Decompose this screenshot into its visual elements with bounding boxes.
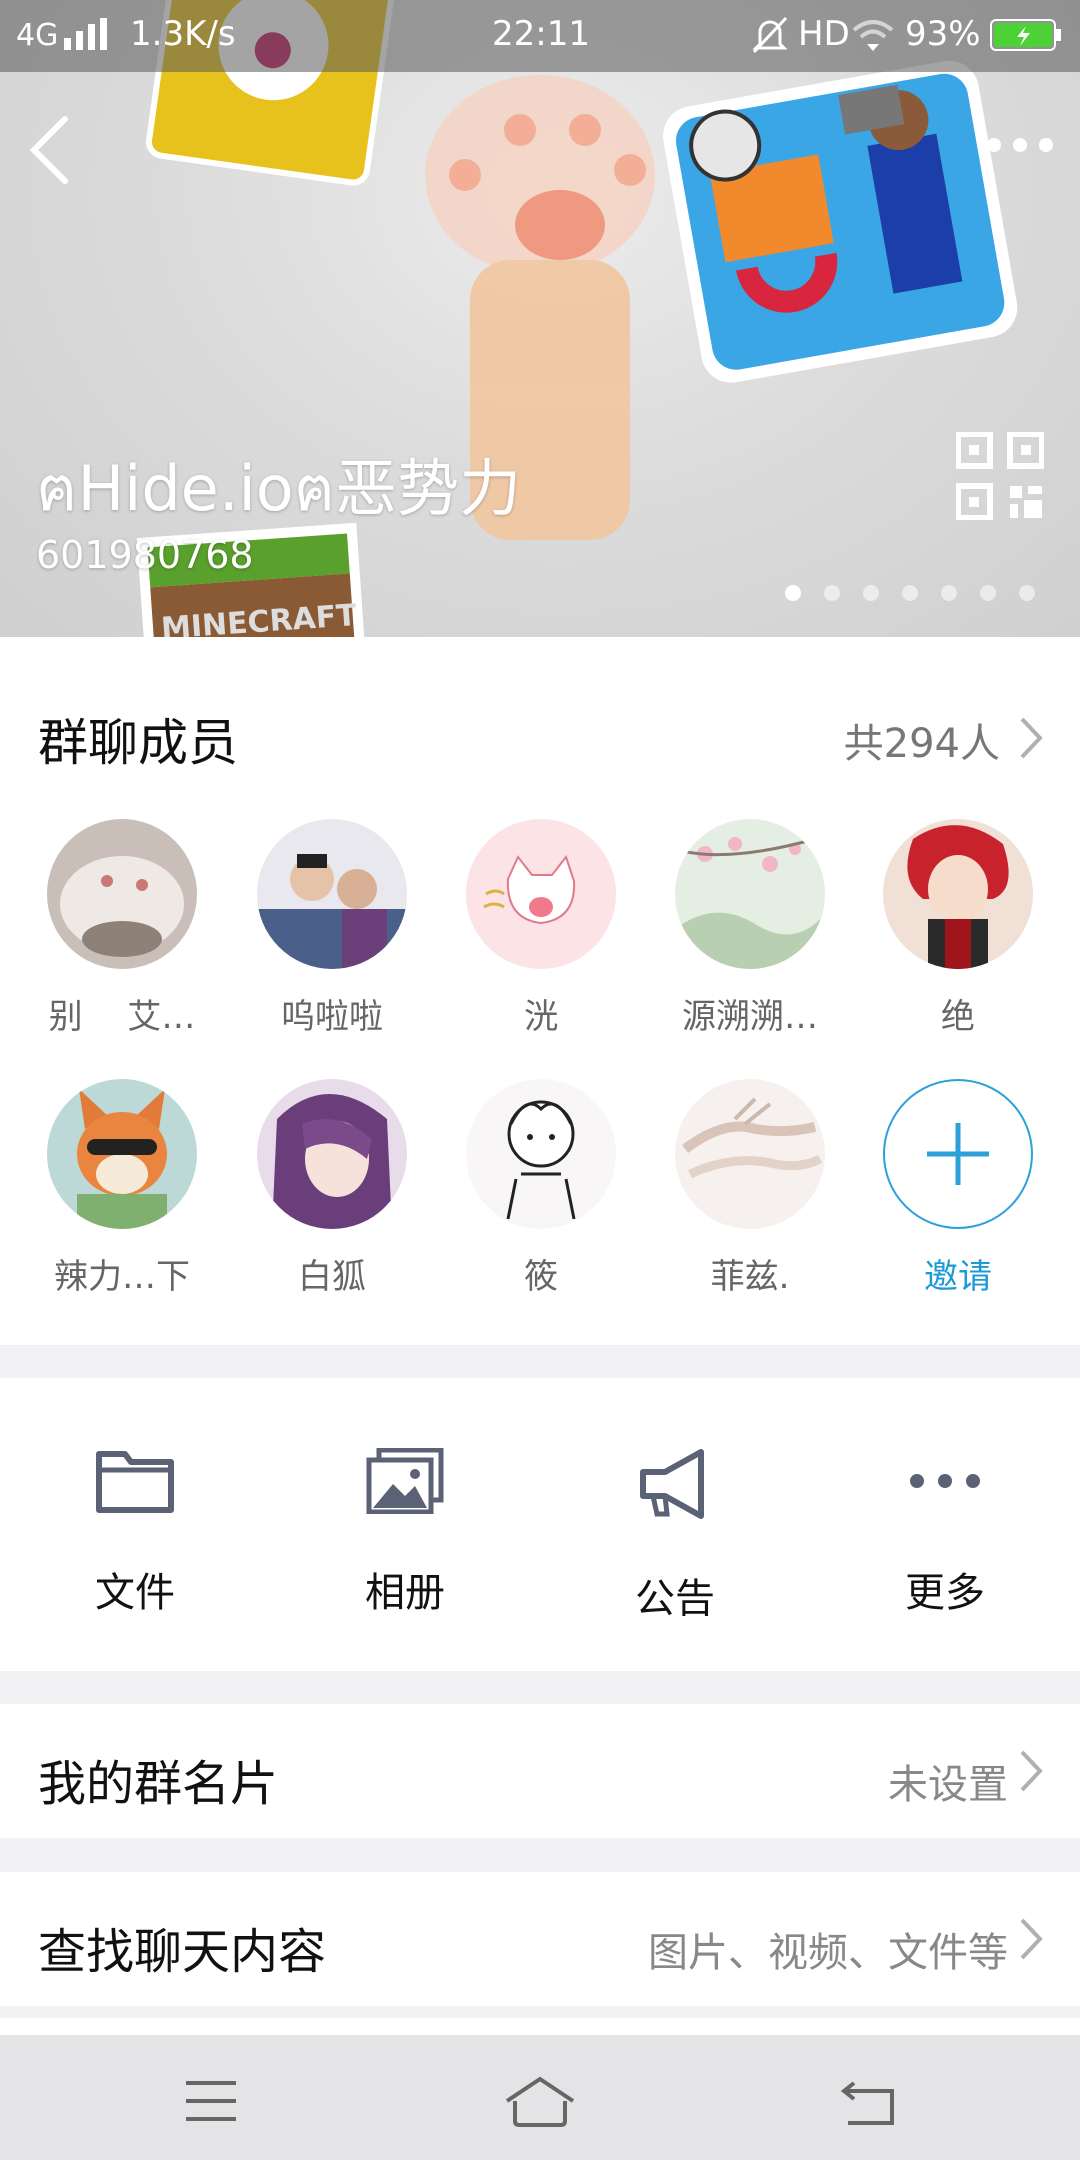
more-options-button[interactable] [980,130,1060,160]
qr-code-button[interactable] [956,432,1044,520]
files-label: 文件 [95,1570,175,1616]
announcement-button[interactable]: 公告 [575,1448,775,1624]
search-chat-row[interactable]: 查找聊天内容 图片、视频、文件等 [0,1872,1080,2006]
search-chat-value: 图片、视频、文件等 [648,1930,1008,1976]
group-id: 601980768 [36,533,254,577]
group-header: MINECRAFT 4G 1.3K/s 22:11 HD 93% ฅHide.i… [0,0,1080,637]
page-indicator [785,585,1035,601]
home-icon[interactable] [495,2073,585,2129]
folder-icon [96,1451,174,1513]
announcement-label: 公告 [635,1576,715,1622]
more-icon [910,1474,980,1488]
group-name: ฅHide.ioฅ恶势力 [36,452,522,525]
more-button[interactable]: 更多 [845,1448,1045,1618]
member-name: 源溯溯… [682,997,818,1037]
page-dot [863,585,879,601]
member-name: 白狐 [298,1257,366,1297]
member-count-link[interactable]: 共294人 [780,687,1080,787]
page-dot [1019,585,1035,601]
album-label: 相册 [365,1570,445,1616]
member-item[interactable]: 源溯溯… [650,819,850,1038]
network-type: 4G [16,18,59,53]
member-item[interactable]: 辣力…下 [22,1079,222,1298]
battery-percent: 93% [905,14,981,54]
member-item[interactable]: 绝 [858,819,1058,1038]
megaphone-icon [640,1449,704,1519]
page-dot [824,585,840,601]
page-dot [941,585,957,601]
plus-icon [927,1123,989,1185]
member-item[interactable]: 白狐 [232,1079,432,1298]
member-avatar [675,1079,825,1229]
files-button[interactable]: 文件 [35,1448,235,1618]
members-title: 群聊成员 [38,714,238,772]
member-name: 筱 [524,1257,558,1297]
member-avatar [257,1079,407,1229]
next-row-peek [0,2018,1080,2035]
wifi-icon [852,20,894,51]
status-bar: 4G 1.3K/s 22:11 HD 93% [0,0,1080,72]
album-icon [366,1448,444,1514]
member-avatar [47,819,197,969]
member-name: 绝 [941,997,975,1037]
signal-icon [64,18,107,50]
page-dot [785,585,801,601]
member-item[interactable]: 呜啦啦 [232,819,432,1038]
clock: 22:11 [492,14,590,54]
invite-button[interactable]: 邀请 [858,1079,1058,1298]
hd-indicator: HD [798,14,850,54]
quick-actions: 文件 相册 公告 更多 [0,1378,1080,1671]
member-name: 呜啦啦 [281,997,383,1037]
battery-icon [990,19,1061,51]
member-item[interactable]: 别 艾… [22,819,222,1038]
member-item[interactable]: 洸 [441,819,641,1038]
member-name: 别 艾… [48,997,196,1037]
page-dot [902,585,918,601]
page-dot [980,585,996,601]
member-avatar [466,819,616,969]
member-count: 共294人 [843,721,1000,767]
invite-label: 邀请 [924,1257,992,1297]
member-item[interactable]: 菲兹. [650,1079,850,1298]
my-group-card-title: 我的群名片 [38,1756,279,1812]
more-label: 更多 [905,1570,985,1616]
chevron-right-icon [1020,717,1043,759]
member-avatar [466,1079,616,1229]
album-button[interactable]: 相册 [305,1448,505,1618]
my-group-card-value: 未设置 [888,1762,1008,1808]
menu-icon[interactable] [166,2073,256,2129]
my-group-card-row[interactable]: 我的群名片 未设置 [0,1704,1080,1838]
member-name: 辣力…下 [54,1257,190,1297]
member-avatar [675,819,825,969]
member-avatar [257,819,407,969]
back-nav-icon[interactable] [824,2073,914,2129]
member-avatar [47,1079,197,1229]
member-avatar [883,819,1033,969]
silent-bell-icon [752,16,788,54]
members-section: 群聊成员 共294人 别 艾… 呜啦啦 洸 源溯溯… 绝 辣力…下 白狐 筱 菲… [0,637,1080,1345]
search-chat-title: 查找聊天内容 [38,1924,327,1980]
invite-circle [883,1079,1033,1229]
chevron-right-icon [1020,1918,1043,1960]
member-name: 洸 [524,997,558,1037]
member-item[interactable]: 筱 [441,1079,641,1298]
member-name: 菲兹. [710,1257,790,1297]
back-button[interactable] [20,105,90,195]
chevron-right-icon [1020,1750,1043,1792]
network-speed: 1.3K/s [130,14,236,54]
system-navigation-bar [0,2035,1080,2160]
